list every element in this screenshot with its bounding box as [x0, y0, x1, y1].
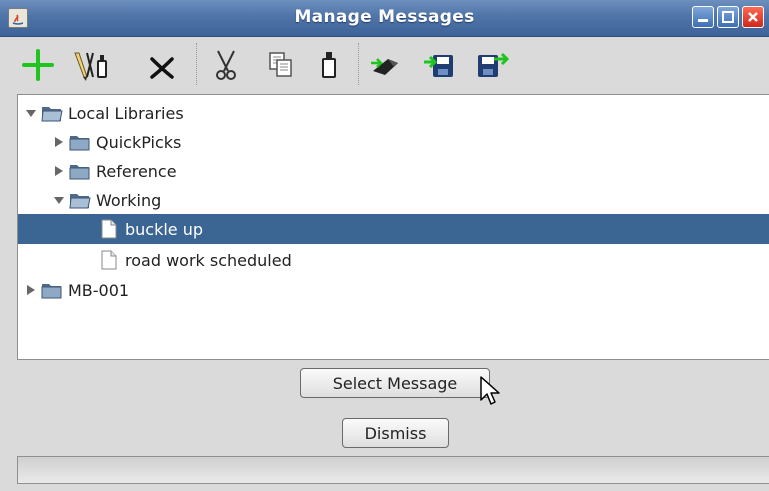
copy-icon: [269, 52, 292, 77]
toolbar-separator: [196, 43, 197, 85]
minimize-button[interactable]: [692, 6, 714, 28]
cut-button[interactable]: [208, 47, 244, 83]
tree-node-reference[interactable]: Reference: [52, 156, 177, 186]
minimize-icon: [698, 19, 708, 22]
collapsed-arrow-icon[interactable]: [52, 135, 66, 149]
mouse-cursor-icon: [480, 376, 500, 405]
window-title: Manage Messages: [294, 7, 475, 27]
folder-icon: [41, 280, 63, 300]
status-field: [17, 456, 769, 484]
close-button[interactable]: [742, 6, 764, 28]
tree-node-quickpicks[interactable]: QuickPicks: [52, 127, 181, 157]
tree-node-label: buckle up: [125, 219, 204, 239]
tree-node-buckle-up[interactable]: buckle up: [18, 214, 769, 244]
collapsed-arrow-icon[interactable]: [52, 164, 66, 178]
copy-button[interactable]: [264, 47, 300, 83]
folder-icon: [69, 132, 91, 152]
tree-node-mb-001[interactable]: MB-001: [24, 275, 129, 305]
toolbar: [0, 37, 769, 93]
export-button[interactable]: [474, 47, 510, 83]
tree-node-label: Reference: [96, 161, 177, 181]
plus-icon: [22, 49, 54, 81]
expanded-arrow-icon[interactable]: [52, 193, 66, 207]
tree-node-label: MB-001: [68, 280, 130, 300]
dismiss-button[interactable]: Dismiss: [342, 418, 449, 448]
document-icon: [98, 250, 120, 270]
tree-node-label: Local Libraries: [68, 103, 184, 123]
maximize-button[interactable]: [717, 6, 739, 28]
export-icon: [478, 52, 510, 77]
message-tree[interactable]: Local Libraries QuickPicks Reference Wor…: [17, 94, 769, 360]
paste-button[interactable]: [312, 47, 348, 83]
edit-button[interactable]: [72, 47, 110, 83]
select-message-button[interactable]: Select Message: [300, 368, 490, 398]
delete-x-icon: [150, 57, 174, 79]
scissors-icon: [216, 50, 236, 80]
send-button[interactable]: [368, 47, 404, 83]
close-icon: [748, 12, 758, 22]
tree-node-road-work-scheduled[interactable]: road work scheduled: [98, 245, 292, 275]
import-button[interactable]: [422, 47, 458, 83]
tree-node-label: QuickPicks: [96, 132, 182, 152]
add-button[interactable]: [20, 47, 56, 83]
delete-button[interactable]: [144, 47, 180, 83]
document-icon: [98, 219, 120, 239]
folder-icon: [69, 161, 91, 181]
tree-node-working[interactable]: Working: [52, 185, 161, 215]
send-icon: [371, 58, 398, 75]
import-icon: [424, 55, 453, 77]
tree-node-local-libraries[interactable]: Local Libraries: [24, 98, 184, 128]
tree-node-label: Working: [96, 190, 162, 210]
title-bar[interactable]: Manage Messages: [0, 0, 769, 37]
folder-open-icon: [41, 103, 63, 123]
expanded-arrow-icon[interactable]: [24, 106, 38, 120]
collapsed-arrow-icon[interactable]: [24, 283, 38, 297]
manage-messages-window: Manage Messages Local Libraries QuickPic…: [0, 0, 769, 491]
paste-icon: [322, 52, 336, 78]
folder-open-icon: [69, 190, 91, 210]
tree-node-label: road work scheduled: [125, 250, 292, 270]
toolbar-separator: [358, 43, 359, 85]
pencil-icon: [74, 52, 107, 81]
maximize-icon: [722, 11, 734, 23]
